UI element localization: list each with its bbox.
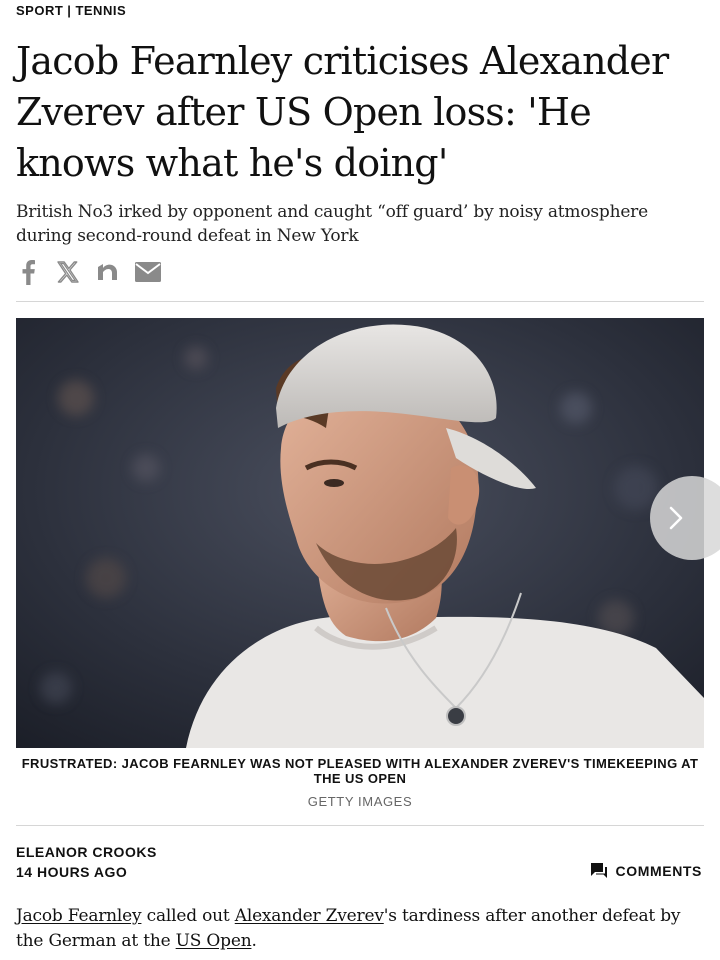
chevron-right-icon <box>669 506 683 530</box>
link-us-open[interactable]: US Open <box>176 931 252 951</box>
comments-label: COMMENTS <box>615 862 702 879</box>
article-standfirst: British No3 irked by opponent and caught… <box>16 202 648 246</box>
email-share-button[interactable] <box>134 258 162 286</box>
image-caption: FRUSTRATED: JACOB FEARNLEY WAS NOT PLEAS… <box>21 756 699 786</box>
breadcrumb-separator: | <box>67 3 72 18</box>
email-icon <box>135 262 161 282</box>
body-text: . <box>251 931 257 951</box>
flipboard-share-button[interactable] <box>94 258 122 286</box>
breadcrumb-tennis-link[interactable]: TENNIS <box>75 3 126 18</box>
share-bar <box>14 258 162 286</box>
divider <box>16 825 704 826</box>
byline: ELEANOR CROOKS 14 HOURS AGO <box>16 842 157 882</box>
body-text: called out <box>141 906 235 926</box>
publish-timestamp: 14 HOURS AGO <box>16 864 128 880</box>
comments-button[interactable]: COMMENTS <box>590 862 702 879</box>
divider <box>16 301 704 302</box>
breadcrumb: SPORT | TENNIS <box>16 3 126 18</box>
comment-icon <box>590 863 607 878</box>
link-alexander-zverev[interactable]: Alexander Zverev <box>235 906 384 926</box>
facebook-icon <box>22 260 35 285</box>
x-share-button[interactable] <box>54 258 82 286</box>
hero-image <box>16 318 704 748</box>
breadcrumb-sport-link[interactable]: SPORT <box>16 3 63 18</box>
article-body-paragraph: Jacob Fearnley called out Alexander Zver… <box>16 904 706 954</box>
author-link[interactable]: ELEANOR CROOKS <box>16 842 157 862</box>
image-credit: GETTY IMAGES <box>307 794 413 809</box>
link-jacob-fearnley[interactable]: Jacob Fearnley <box>16 906 142 926</box>
player-photo <box>16 318 704 748</box>
facebook-share-button[interactable] <box>14 258 42 286</box>
article-headline: Jacob Fearnley criticises Alexander Zver… <box>16 39 669 185</box>
x-icon <box>57 261 79 283</box>
flipboard-icon <box>98 264 117 280</box>
